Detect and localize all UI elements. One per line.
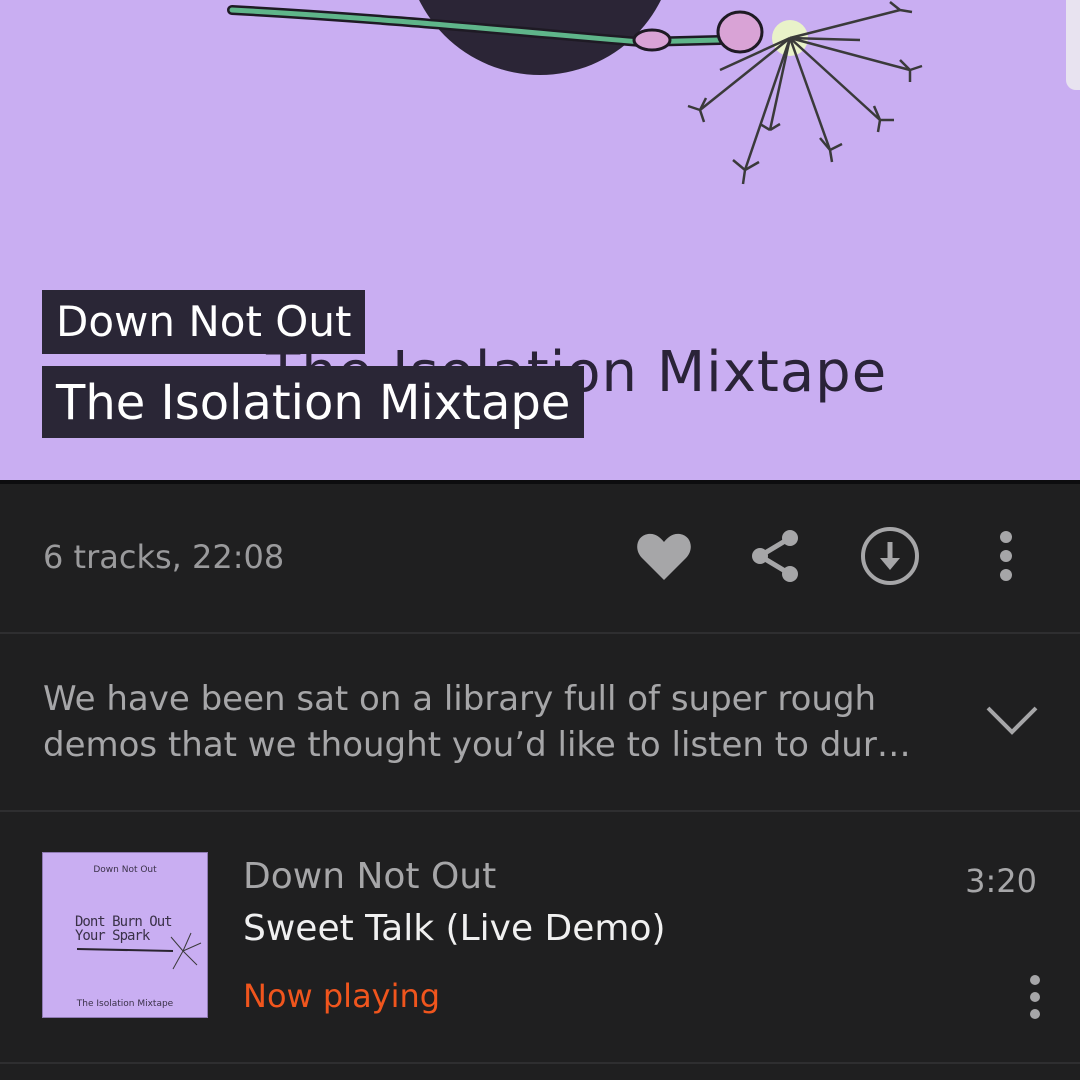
album-artist[interactable]: Down Not Out <box>42 290 366 354</box>
track-row[interactable]: Down Not Out Dont Burn Out Your Spark The… <box>0 812 1080 1062</box>
divider <box>0 1062 1080 1064</box>
more-vertical-icon[interactable] <box>974 524 1038 588</box>
chevron-down-icon[interactable] <box>982 700 1042 740</box>
track-artwork: Down Not Out Dont Burn Out Your Spark The… <box>42 852 208 1018</box>
scroll-indicator <box>1066 0 1080 90</box>
album-artwork: The Isolation Mixtape Down Not Out The I… <box>0 0 1080 480</box>
thumb-album: The Isolation Mixtape <box>76 999 174 1009</box>
album-info-bar: 6 tracks, 22:08 <box>0 484 1080 632</box>
album-description[interactable]: We have been sat on a library full of su… <box>43 676 943 768</box>
thumb-artist: Down Not Out <box>93 865 157 875</box>
divider <box>0 632 1080 634</box>
track-duration: 3:20 <box>965 862 1037 900</box>
album-page: The Isolation Mixtape Down Not Out The I… <box>0 0 1080 1080</box>
share-icon[interactable] <box>744 524 808 588</box>
download-icon[interactable] <box>858 524 922 588</box>
heart-icon[interactable] <box>632 524 696 588</box>
now-playing-status: Now playing <box>243 977 441 1015</box>
album-title: The Isolation Mixtape <box>42 366 585 438</box>
track-summary: 6 tracks, 22:08 <box>43 538 285 576</box>
track-title: Sweet Talk (Live Demo) <box>243 908 666 949</box>
track-artist: Down Not Out <box>243 856 497 897</box>
track-more-icon[interactable] <box>1020 972 1050 1022</box>
thumb-dandelion-icon <box>76 932 202 970</box>
